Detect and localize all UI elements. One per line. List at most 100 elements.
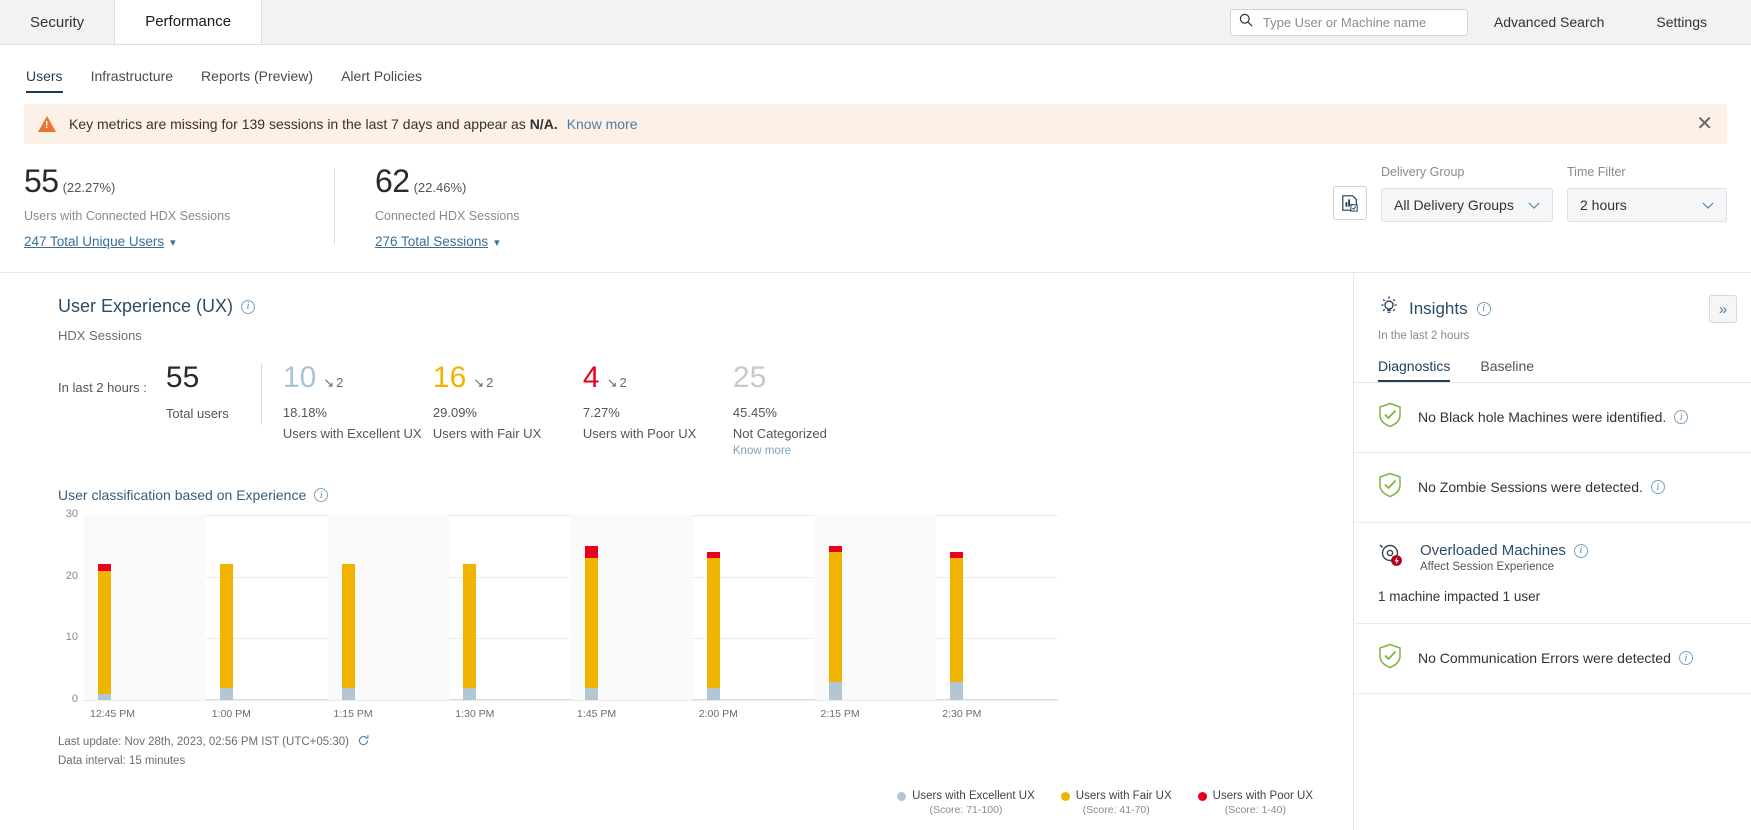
ux-percent: 29.09% [433, 405, 583, 420]
delivery-group-filter: Delivery Group All Delivery Groups [1381, 165, 1553, 222]
chart-band [936, 515, 1058, 700]
legend-item[interactable]: Users with Excellent UX(Score: 71-100) [897, 790, 1035, 816]
legend-item[interactable]: Users with Fair UX(Score: 41-70) [1061, 790, 1172, 816]
chart-bar-segment [829, 682, 842, 701]
collapse-insights-button[interactable]: » [1709, 295, 1737, 323]
chart-bar-segment [463, 564, 476, 687]
chart-bar[interactable] [98, 564, 111, 700]
kpi-strip: 55(22.27%) Users with Connected HDX Sess… [0, 144, 1751, 251]
ux-delta: ↘2 [323, 376, 343, 393]
subnav-item-users[interactable]: Users [26, 68, 77, 93]
chart-band [84, 515, 206, 700]
insight-item-communication-errors: No Communication Errors were detectedi [1354, 624, 1751, 694]
not-categorized-know-more-link[interactable]: Know more [733, 445, 883, 457]
info-icon[interactable]: i [1679, 651, 1693, 665]
info-icon[interactable]: i [1651, 480, 1665, 494]
chart-bar-segment [707, 688, 720, 700]
tab-baseline[interactable]: Baseline [1480, 358, 1534, 382]
insights-tabs: Diagnostics Baseline [1354, 342, 1751, 383]
insight-item-zombie-sessions: No Zombie Sessions were detected.i [1354, 453, 1751, 523]
info-icon[interactable]: i [1574, 544, 1588, 558]
legend-score: (Score: 41-70) [1083, 804, 1150, 816]
ux-cell-excellent[interactable]: 10↘2 18.18% Users with Excellent UX [283, 363, 433, 441]
info-icon[interactable]: i [314, 488, 328, 502]
banner-wrapper: Key metrics are missing for 139 sessions… [0, 93, 1751, 144]
time-filter-dropdown[interactable]: 2 hours [1567, 188, 1727, 222]
ux-value: 4 [583, 363, 600, 393]
banner-message-bold: N/A. [530, 116, 558, 132]
ux-delta: ↘2 [607, 376, 627, 393]
legend-score: (Score: 71-100) [929, 804, 1002, 816]
chart-bar-segment [707, 558, 720, 688]
insight-text: No Communication Errors were detectedi [1418, 643, 1693, 666]
insight-title: Overloaded Machinesi [1420, 542, 1588, 559]
chart-bar[interactable] [585, 546, 598, 700]
chart-bar-segment [342, 688, 355, 700]
legend-dot-icon [1061, 792, 1070, 801]
legend-item[interactable]: Users with Poor UX(Score: 1-40) [1198, 790, 1313, 816]
insight-text: No Zombie Sessions were detected.i [1418, 472, 1665, 495]
chart-bar[interactable] [463, 564, 476, 700]
advanced-search-link[interactable]: Advanced Search [1468, 14, 1631, 30]
chart-bar[interactable] [829, 546, 842, 700]
total-unique-users-link[interactable]: 247 Total Unique Users [24, 234, 164, 249]
chart-bar-segment [585, 546, 598, 558]
subnav-item-infrastructure[interactable]: Infrastructure [77, 68, 187, 93]
ux-value: 16 [433, 363, 466, 393]
ux-total-users: 55 Total users [166, 363, 261, 421]
ux-percent: 45.45% [733, 405, 883, 420]
chart-bar-segment [950, 558, 963, 681]
tab-diagnostics[interactable]: Diagnostics [1378, 358, 1450, 382]
legend-dot-icon [897, 792, 906, 801]
time-filter-value: 2 hours [1580, 197, 1627, 213]
banner-message: Key metrics are missing for 139 sessions… [69, 116, 558, 132]
search-box[interactable] [1230, 9, 1468, 36]
main-content: User Experience (UX) i HDX Sessions In l… [0, 272, 1751, 830]
chart-y-tick: 10 [58, 631, 78, 643]
chart-title-text: User classification based on Experience [58, 487, 306, 503]
insights-header: Insights i [1354, 273, 1751, 322]
ux-cell-not-categorized[interactable]: 25 45.45% Not Categorized Know more [733, 363, 883, 457]
chart-band [206, 515, 328, 700]
chevron-down-icon[interactable]: ▾ [494, 236, 500, 249]
info-icon[interactable]: i [1674, 410, 1688, 424]
chart-title: User classification based on Experience … [58, 487, 1353, 503]
subnav-item-alert-policies[interactable]: Alert Policies [327, 68, 436, 93]
legend-dot-icon [1198, 792, 1207, 801]
legend-score: (Score: 1-40) [1225, 804, 1286, 816]
time-filter: Time Filter 2 hours [1567, 165, 1727, 222]
ux-cell-fair[interactable]: 16↘2 29.09% Users with Fair UX [433, 363, 583, 441]
chart-y-tick: 30 [58, 508, 78, 520]
insight-text: No Black hole Machines were identified.i [1418, 402, 1688, 425]
insights-title: Insights [1409, 299, 1468, 319]
chart-x-tick: 1:15 PM [328, 708, 450, 720]
search-input[interactable] [1261, 14, 1459, 31]
refresh-icon[interactable] [357, 734, 370, 750]
insight-item-black-hole: No Black hole Machines were identified.i [1354, 383, 1751, 453]
delivery-group-dropdown[interactable]: All Delivery Groups [1381, 188, 1553, 222]
export-chart-icon[interactable] [1333, 186, 1367, 220]
chevron-down-icon[interactable]: ▾ [170, 236, 176, 249]
tab-performance[interactable]: Performance [115, 0, 262, 44]
chart-bar[interactable] [950, 552, 963, 700]
ux-cell-poor[interactable]: 4↘2 7.27% Users with Poor UX [583, 363, 733, 441]
ux-label: Not Categorized [733, 426, 883, 441]
info-icon[interactable]: i [1477, 302, 1491, 316]
chart-bar-segment [585, 558, 598, 688]
close-icon[interactable]: ✕ [1696, 114, 1713, 134]
chart-bar[interactable] [220, 564, 233, 700]
overloaded-machine-icon [1378, 542, 1404, 573]
subnav-item-reports[interactable]: Reports (Preview) [187, 68, 327, 93]
settings-link[interactable]: Settings [1630, 14, 1733, 30]
ux-panel: User Experience (UX) i HDX Sessions In l… [0, 273, 1353, 830]
chart-bar[interactable] [342, 564, 355, 700]
banner-know-more-link[interactable]: Know more [567, 116, 638, 132]
chart-bar[interactable] [707, 552, 720, 700]
ux-delta: ↘2 [473, 376, 493, 393]
info-icon[interactable]: i [241, 300, 255, 314]
tab-security[interactable]: Security [0, 0, 115, 44]
chart-x-tick: 1:00 PM [206, 708, 328, 720]
total-sessions-link[interactable]: 276 Total Sessions [375, 234, 488, 249]
insight-item-overloaded-machines[interactable]: Overloaded Machinesi Affect Session Expe… [1354, 523, 1751, 624]
insight-subtitle: Affect Session Experience [1420, 561, 1588, 573]
